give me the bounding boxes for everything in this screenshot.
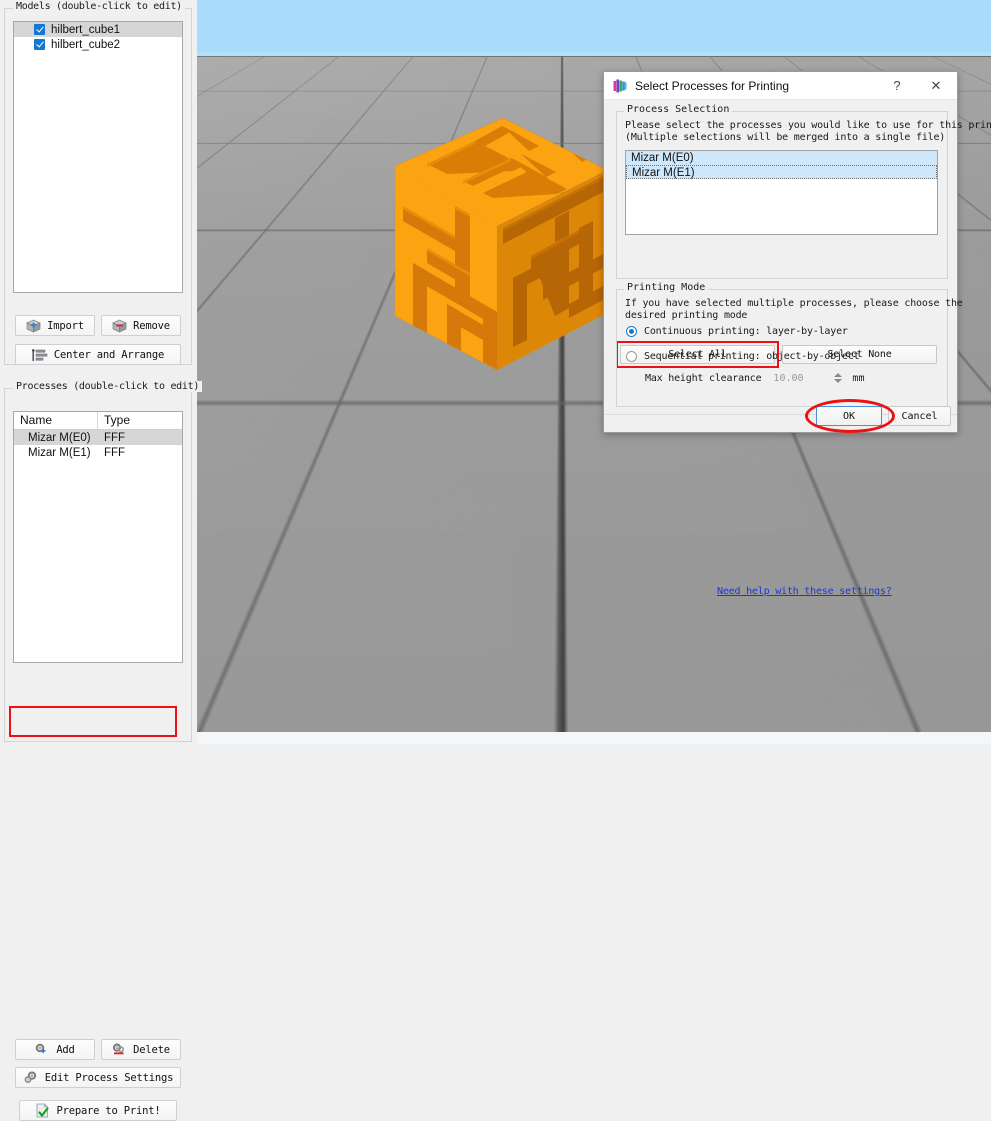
import-cube-icon <box>26 319 41 333</box>
ok-button[interactable]: OK <box>816 406 882 426</box>
dialog-titlebar[interactable]: Select Processes for Printing ? ✕ <box>604 72 957 100</box>
gears-icon <box>23 1070 39 1085</box>
models-group-title: Models (double-click to edit) <box>13 1 185 12</box>
center-and-arrange-button[interactable]: Center and Arrange <box>15 344 181 365</box>
model-label: hilbert_cube1 <box>51 23 121 36</box>
model-hilbert-cube[interactable] <box>307 108 617 408</box>
add-gear-icon <box>35 1043 50 1057</box>
models-list[interactable]: hilbert_cube1 hilbert_cube2 <box>13 21 183 293</box>
max-height-clearance-label: Max height clearance <box>645 372 762 384</box>
process-type: FFF <box>104 431 126 444</box>
left-control-panel: Models (double-click to edit) hilbert_cu… <box>0 0 203 1121</box>
list-item[interactable]: hilbert_cube2 <box>14 37 182 52</box>
spinner-up-icon[interactable] <box>834 373 843 377</box>
models-group: Models (double-click to edit) hilbert_cu… <box>4 1 192 365</box>
add-process-button[interactable]: Add <box>15 1039 95 1060</box>
radio-sequential-printing[interactable]: Sequential printing: object-by-object <box>626 351 860 362</box>
printing-mode-description-line2: desired printing mode <box>625 310 748 321</box>
process-list-item[interactable]: Mizar M(E1) <box>626 165 937 179</box>
max-height-clearance-row: Max height clearance 10.00 mm <box>645 370 864 386</box>
process-name: Mizar M(E1) <box>28 446 91 459</box>
process-name: Mizar M(E0) <box>28 431 91 444</box>
remove-button-label: Remove <box>133 319 170 332</box>
spinner-stepper[interactable] <box>832 370 844 386</box>
process-list-item[interactable]: Mizar M(E0) <box>626 151 937 165</box>
printing-mode-title: Printing Mode <box>624 282 709 293</box>
process-selection-group: Process Selection Please select the proc… <box>616 104 991 279</box>
process-selection-title: Process Selection <box>624 104 733 115</box>
radio-sequential-label: Sequential printing: object-by-object <box>644 351 860 362</box>
import-button[interactable]: Import <box>15 315 95 336</box>
checkbox-checked-icon[interactable] <box>34 24 45 35</box>
radio-unselected-icon[interactable] <box>626 351 637 362</box>
center-and-arrange-label: Center and Arrange <box>53 348 165 361</box>
processes-group: Processes (double-click to edit) Name Ty… <box>4 381 203 1121</box>
need-help-link[interactable]: Need help with these settings? <box>717 586 892 597</box>
process-listbox[interactable]: Mizar M(E0) Mizar M(E1) <box>625 150 938 235</box>
dialog-title: Select Processes for Printing <box>635 78 790 93</box>
simplify3d-logo-icon <box>613 79 627 93</box>
dialog-body: Process Selection Please select the proc… <box>604 100 991 597</box>
prepare-print-icon <box>35 1103 50 1118</box>
processes-group-title: Processes (double-click to edit) <box>13 381 203 392</box>
column-header-name: Name <box>14 412 98 429</box>
prepare-to-print-label: Prepare to Print! <box>56 1104 161 1117</box>
list-item[interactable]: hilbert_cube1 <box>14 22 182 37</box>
table-header: Name Type <box>14 412 182 430</box>
add-button-label: Add <box>56 1043 75 1056</box>
build-plate-grid <box>197 0 991 56</box>
process-selection-description-line1: Please select the processes you would li… <box>625 120 991 131</box>
radio-continuous-printing[interactable]: Continuous printing: layer-by-layer <box>626 326 848 337</box>
printing-mode-description-line1: If you have selected multiple processes,… <box>625 298 963 309</box>
delete-process-button[interactable]: Delete <box>101 1039 181 1060</box>
spinner-down-icon[interactable] <box>834 379 843 383</box>
process-type: FFF <box>104 446 126 459</box>
max-height-clearance-input[interactable]: 10.00 <box>768 370 831 386</box>
process-selection-description-line2: (Multiple selections will be merged into… <box>625 132 946 143</box>
column-header-type: Type <box>104 413 131 427</box>
printing-mode-group: Printing Mode If you have selected multi… <box>616 282 963 597</box>
prepare-to-print-button[interactable]: Prepare to Print! <box>19 1100 177 1121</box>
checkbox-checked-icon[interactable] <box>34 39 45 50</box>
radio-continuous-label: Continuous printing: layer-by-layer <box>644 326 848 337</box>
edit-process-settings-button[interactable]: Edit Process Settings <box>15 1067 181 1088</box>
clearance-unit-label: mm <box>852 372 865 384</box>
select-processes-dialog[interactable]: Select Processes for Printing ? ✕ Proces… <box>603 71 991 597</box>
table-row[interactable]: Mizar M(E0) FFF <box>14 430 182 445</box>
radio-selected-icon[interactable] <box>626 326 637 337</box>
model-label: hilbert_cube2 <box>51 38 121 51</box>
remove-button[interactable]: Remove <box>101 315 181 336</box>
close-icon[interactable]: ✕ <box>921 72 951 99</box>
processes-table[interactable]: Name Type Mizar M(E0) FFF Mizar M(E1) FF… <box>13 411 183 663</box>
center-arrange-icon <box>31 348 48 362</box>
edit-process-settings-label: Edit Process Settings <box>44 1071 174 1084</box>
import-button-label: Import <box>47 319 84 332</box>
delete-button-label: Delete <box>133 1043 170 1056</box>
cancel-button[interactable]: Cancel <box>888 406 951 426</box>
viewport-bottom-edge <box>197 732 991 744</box>
remove-cube-icon <box>112 319 127 333</box>
delete-gear-icon <box>112 1043 127 1057</box>
table-row[interactable]: Mizar M(E1) FFF <box>14 445 182 460</box>
help-button[interactable]: ? <box>882 72 912 99</box>
